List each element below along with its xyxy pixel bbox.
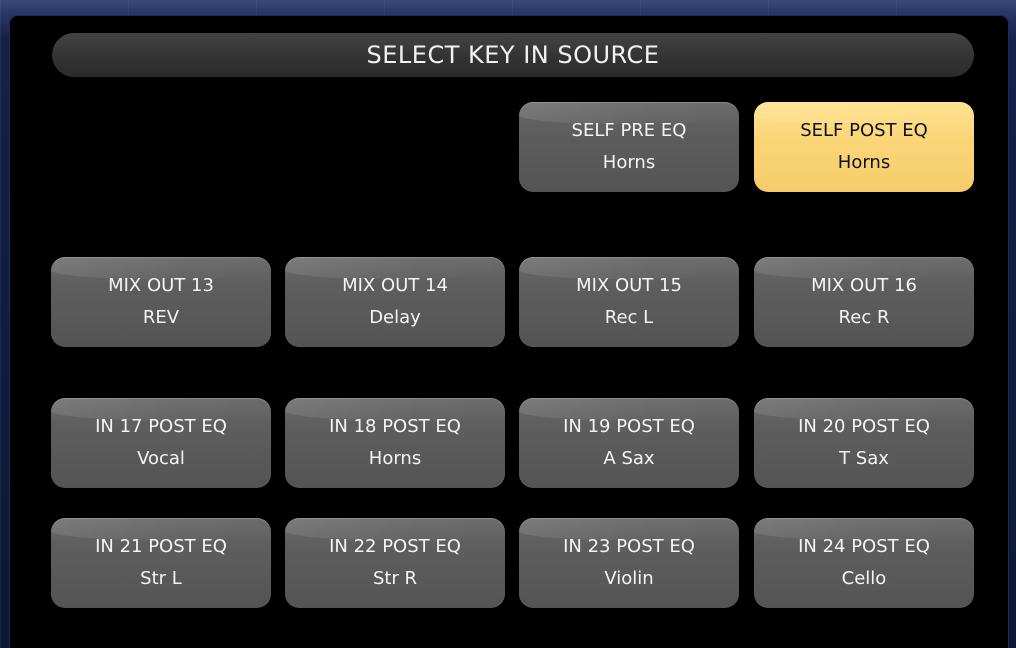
button-label: IN 23 POST EQ bbox=[563, 536, 695, 557]
button-label: MIX OUT 13 bbox=[108, 275, 214, 296]
button-channel-name: Str R bbox=[372, 568, 418, 589]
button-label: MIX OUT 16 bbox=[811, 275, 917, 296]
in-23-post-eq-button[interactable]: IN 23 POST EQ Violin bbox=[519, 518, 739, 608]
mix-out-15-button[interactable]: MIX OUT 15 Rec L bbox=[519, 257, 739, 347]
button-channel-name: Rec L bbox=[604, 307, 654, 328]
button-channel-name: Cello bbox=[841, 568, 887, 589]
in-20-post-eq-button[interactable]: IN 20 POST EQ T Sax bbox=[754, 398, 974, 488]
mix-out-16-button[interactable]: MIX OUT 16 Rec R bbox=[754, 257, 974, 347]
button-channel-name: Horns bbox=[368, 448, 422, 469]
button-label: IN 20 POST EQ bbox=[798, 416, 930, 437]
button-channel-name: REV bbox=[142, 307, 180, 328]
button-label: SELF POST EQ bbox=[800, 120, 928, 141]
self-pre-eq-button[interactable]: SELF PRE EQ Horns bbox=[519, 102, 739, 192]
button-label: IN 18 POST EQ bbox=[329, 416, 461, 437]
button-label: IN 17 POST EQ bbox=[95, 416, 227, 437]
in-24-post-eq-button[interactable]: IN 24 POST EQ Cello bbox=[754, 518, 974, 608]
button-channel-name: A Sax bbox=[603, 448, 655, 469]
button-label: MIX OUT 14 bbox=[342, 275, 448, 296]
in-22-post-eq-button[interactable]: IN 22 POST EQ Str R bbox=[285, 518, 505, 608]
button-channel-name: Delay bbox=[369, 307, 421, 328]
in-21-post-eq-button[interactable]: IN 21 POST EQ Str L bbox=[51, 518, 271, 608]
mix-out-13-button[interactable]: MIX OUT 13 REV bbox=[51, 257, 271, 347]
in-19-post-eq-button[interactable]: IN 19 POST EQ A Sax bbox=[519, 398, 739, 488]
dialog-title-text: SELECT KEY IN SOURCE bbox=[366, 41, 660, 69]
dialog-title: SELECT KEY IN SOURCE bbox=[52, 33, 974, 77]
button-label: IN 21 POST EQ bbox=[95, 536, 227, 557]
button-label: IN 19 POST EQ bbox=[563, 416, 695, 437]
in-18-post-eq-button[interactable]: IN 18 POST EQ Horns bbox=[285, 398, 505, 488]
button-channel-name: Rec R bbox=[838, 307, 890, 328]
select-key-in-source-dialog: SELECT KEY IN SOURCE SELF PRE EQ Horns S… bbox=[10, 16, 1008, 648]
button-label: IN 24 POST EQ bbox=[798, 536, 930, 557]
button-label: MIX OUT 15 bbox=[576, 275, 682, 296]
button-label: SELF PRE EQ bbox=[571, 120, 687, 141]
self-post-eq-button[interactable]: SELF POST EQ Horns bbox=[754, 102, 974, 192]
button-label: IN 22 POST EQ bbox=[329, 536, 461, 557]
in-17-post-eq-button[interactable]: IN 17 POST EQ Vocal bbox=[51, 398, 271, 488]
button-channel-name: Str L bbox=[140, 568, 182, 589]
button-channel-name: T Sax bbox=[839, 448, 889, 469]
button-channel-name: Vocal bbox=[137, 448, 185, 469]
button-channel-name: Violin bbox=[604, 568, 654, 589]
mix-out-14-button[interactable]: MIX OUT 14 Delay bbox=[285, 257, 505, 347]
button-channel-name: Horns bbox=[602, 152, 656, 173]
button-channel-name: Horns bbox=[837, 152, 891, 173]
